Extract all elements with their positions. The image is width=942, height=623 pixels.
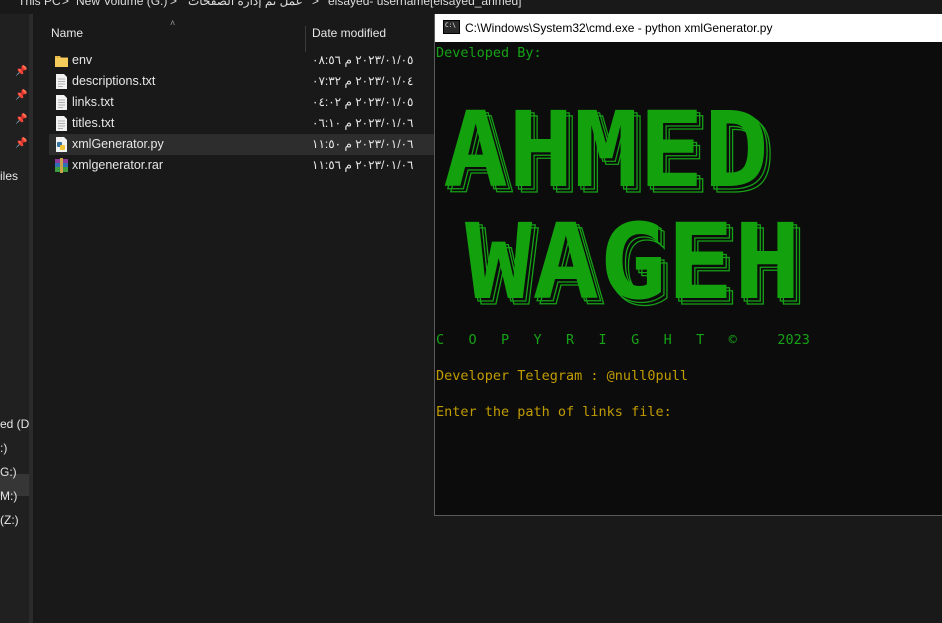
file-row[interactable]: links.txt ٢٠٢٣/٠١/٠٥ م ٠٤:٠٢ bbox=[49, 92, 434, 113]
file-date-modified: ٢٠٢٣/٠١/٠٦ م ٠٦:١٠ bbox=[312, 116, 414, 130]
file-row[interactable]: env ٢٠٢٣/٠١/٠٥ م ٠٨:٥٦ bbox=[49, 50, 434, 71]
cmd-app-icon bbox=[443, 20, 460, 34]
file-date-modified: ٢٠٢٣/٠١/٠٥ م ٠٤:٠٢ bbox=[312, 95, 414, 109]
folder-icon bbox=[55, 53, 68, 68]
breadcrumb-new-volume[interactable]: New Volume (G:) bbox=[76, 0, 167, 8]
file-name: xmlgenerator.rar bbox=[72, 158, 164, 172]
breadcrumb-separator: > bbox=[62, 0, 70, 8]
file-row[interactable]: titles.txt ٢٠٢٣/٠١/٠٦ م ٠٦:١٠ bbox=[49, 113, 434, 134]
file-row[interactable]: xmlgenerator.rar ٢٠٢٣/٠١/٠٦ م ١١:٥٦ bbox=[49, 155, 434, 176]
ascii-art-banner: AHMED AHMED AHMED WAGEH WAGEH WAGEH bbox=[443, 89, 808, 318]
cmd-title-text: C:\Windows\System32\cmd.exe - python xml… bbox=[465, 21, 773, 35]
banner-text-line-2: WAGEH WAGEH WAGEH bbox=[465, 201, 808, 318]
nav-item-drive-m[interactable]: M:) bbox=[0, 489, 17, 503]
breadcrumb[interactable]: This PC > New Volume (G:) > عمل ثم إدارة… bbox=[0, 0, 942, 8]
file-date-modified: ٢٠٢٣/٠١/٠٥ م ٠٨:٥٦ bbox=[312, 53, 414, 67]
developed-by-text: Developed By: bbox=[436, 45, 542, 61]
banner-text-line-1: AHMED AHMED AHMED bbox=[443, 89, 776, 218]
pin-icon[interactable]: 📌 bbox=[15, 66, 27, 78]
sort-ascending-icon[interactable]: ˄ bbox=[170, 18, 175, 28]
file-date-modified: ٢٠٢٣/٠١/٠٦ م ١١:٥٦ bbox=[312, 158, 414, 172]
pin-icon[interactable]: 📌 bbox=[15, 114, 27, 126]
breadcrumb-separator: > bbox=[312, 0, 320, 8]
breadcrumb-this-pc[interactable]: This PC bbox=[18, 0, 61, 8]
breadcrumb-arabic-folder[interactable]: عمل ثم إدارة الصفحات bbox=[188, 0, 303, 8]
pin-icon[interactable]: 📌 bbox=[15, 138, 27, 150]
text-file-icon bbox=[55, 74, 68, 89]
text-file-icon bbox=[55, 95, 68, 110]
nav-item-drive-g[interactable]: G:) bbox=[0, 465, 17, 479]
banner-wageh: WAGEH bbox=[465, 201, 801, 318]
nav-item-files[interactable]: iles bbox=[0, 169, 18, 183]
pin-icon[interactable]: 📌 bbox=[15, 90, 27, 102]
file-date-modified: ٢٠٢٣/٠١/٠٤ م ٠٧:٣٢ bbox=[312, 74, 414, 88]
cmd-console-output[interactable]: Developed By: AHMED AHMED AHMED WAGEH WA… bbox=[435, 42, 942, 516]
python-file-icon bbox=[55, 137, 68, 152]
column-date-modified[interactable]: Date modified bbox=[312, 26, 386, 40]
file-name: links.txt bbox=[72, 95, 114, 109]
nav-item-drive[interactable]: :) bbox=[0, 441, 7, 455]
file-name: titles.txt bbox=[72, 116, 115, 130]
text-file-icon bbox=[55, 116, 68, 131]
rar-archive-icon bbox=[55, 158, 68, 173]
file-date-modified: ٢٠٢٣/٠١/٠٦ م ١١:٥٠ bbox=[312, 137, 414, 151]
developer-telegram-text: Developer Telegram : @null0pull bbox=[436, 368, 688, 384]
breadcrumb-username-folder[interactable]: elsayed- username[elsayed_ahmed] bbox=[328, 0, 521, 8]
column-divider[interactable] bbox=[305, 26, 306, 52]
input-prompt-text[interactable]: Enter the path of links file: bbox=[436, 404, 672, 420]
file-name: descriptions.txt bbox=[72, 74, 156, 88]
banner-ahmed: AHMED bbox=[443, 89, 769, 211]
file-row[interactable]: xmlGenerator.py ٢٠٢٣/٠١/٠٦ م ١١:٥٠ bbox=[49, 134, 434, 155]
file-row[interactable]: descriptions.txt ٢٠٢٣/٠١/٠٤ م ٠٧:٣٢ bbox=[49, 71, 434, 92]
file-name: env bbox=[72, 53, 93, 67]
breadcrumb-separator: > bbox=[170, 0, 178, 8]
cmd-title-bar[interactable]: C:\Windows\System32\cmd.exe - python xml… bbox=[435, 14, 942, 42]
copyright-text: C O P Y R I G H T © 2023 bbox=[436, 332, 810, 348]
file-name: xmlGenerator.py bbox=[72, 137, 164, 151]
cmd-window[interactable]: C:\Windows\System32\cmd.exe - python xml… bbox=[434, 14, 942, 516]
nav-item-drive-z[interactable]: (Z:) bbox=[0, 513, 19, 527]
column-name[interactable]: Name bbox=[51, 26, 83, 40]
